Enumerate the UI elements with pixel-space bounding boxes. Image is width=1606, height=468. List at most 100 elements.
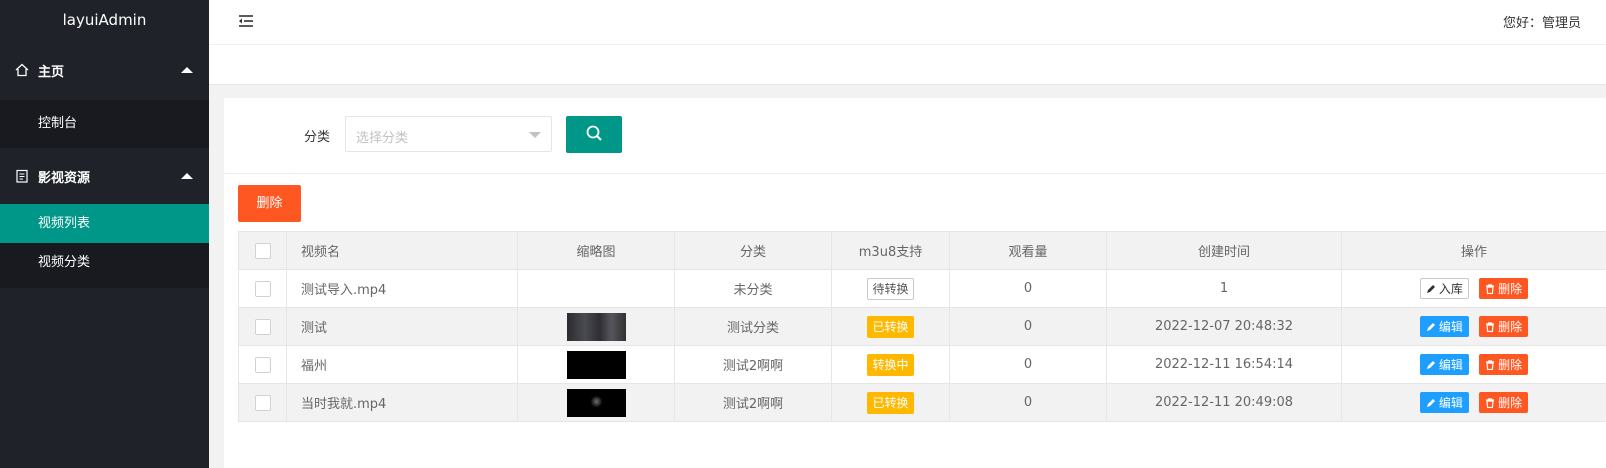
tab-bar [209,45,1606,85]
row-checkbox[interactable] [254,356,271,373]
edit-label: 编辑 [1438,320,1463,334]
category-cell: 测试分类 [674,307,832,346]
sidebar-group-label: 影视资源 [38,170,91,186]
category-select[interactable]: 选择分类 [345,116,552,152]
actions-cell: 编辑 删除 [1341,345,1606,384]
delete-button[interactable]: 删除 [1479,354,1529,375]
delete-button[interactable]: 删除 [1479,392,1529,413]
filter-label: 分类 [304,130,331,145]
sidebar-item-video-category[interactable]: 视频分类 [0,243,209,282]
sidebar-submenu: 控制台 [0,100,209,148]
status-badge: 待转换 [867,277,914,300]
views-cell: 0 [949,307,1107,346]
thumbnail-cell [517,269,675,308]
caret-up-icon [181,67,193,73]
top-header: 您好：管理员 [209,0,1606,45]
trash-icon [1486,283,1495,294]
import-label: 入库 [1438,282,1463,296]
filter-row: 分类 选择分类 [224,98,1606,174]
menu-toggle-icon[interactable] [237,12,255,30]
delete-button[interactable]: 删除 [1479,278,1529,299]
column-header[interactable]: 视频名 [286,231,518,270]
sidebar-group-label: 主页 [38,64,65,80]
select-all-checkbox[interactable] [254,242,271,259]
edit-label: 编辑 [1438,396,1463,410]
row-checkbox[interactable] [254,280,271,297]
sidebar-group-media[interactable]: 影视资源 [0,148,209,204]
sidebar-item-video-list[interactable]: 视频列表 [0,204,209,243]
caret-up-icon [181,173,193,179]
sidebar: layuiAdmin 主页 控制台 影视资源 视频列表 视频分类 [0,0,209,468]
status-badge: 转换中 [867,353,914,376]
video-name: 测试导入.mp4 [286,269,518,308]
delete-label: 删除 [1498,320,1523,334]
content-card: 分类 选择分类 删除 视频名 缩略图 分类 m3u8支持 观看量 创建时间 操作 [224,98,1606,468]
delete-button[interactable]: 删除 [1479,316,1529,337]
column-header[interactable]: 缩略图 [517,231,675,270]
sidebar-group-home[interactable]: 主页 [0,40,209,100]
edit-button[interactable]: 编辑 [1419,392,1469,413]
pencil-icon [1426,284,1435,293]
video-thumbnail[interactable] [566,312,626,341]
video-thumbnail[interactable] [566,350,626,379]
video-name: 当时我就.mp4 [286,383,518,422]
user-greeting[interactable]: 您好：管理员 [1503,12,1581,31]
pencil-icon [1426,360,1435,369]
row-checkbox[interactable] [254,394,271,411]
table-row: 测试导入.mp4 未分类 待转换 0 1 入库 删除 [238,269,1606,308]
thumbnail-cell [517,383,675,422]
video-table: 视频名 缩略图 分类 m3u8支持 观看量 创建时间 操作 测试导入.mp4 未… [238,231,1606,422]
category-cell: 测试2啊啊 [674,383,832,422]
chevron-down-icon [529,132,541,138]
views-cell: 0 [949,345,1107,384]
status-badge: 已转换 [867,391,914,414]
video-name: 测试 [286,307,518,346]
app-logo[interactable]: layuiAdmin [0,0,209,40]
sidebar-item-console[interactable]: 控制台 [0,100,209,148]
column-header[interactable]: 创建时间 [1106,231,1342,270]
actions-cell: 入库 删除 [1341,269,1606,308]
trash-icon [1486,359,1495,370]
column-header[interactable]: m3u8支持 [831,231,950,270]
column-header[interactable]: 分类 [674,231,832,270]
thumbnail-cell [517,307,675,346]
created-cell: 2022-12-11 20:49:08 [1106,383,1342,422]
created-cell: 2022-12-07 20:48:32 [1106,307,1342,346]
delete-label: 删除 [1498,358,1523,372]
delete-label: 删除 [1498,282,1523,296]
edit-button[interactable]: 编辑 [1419,316,1469,337]
created-cell: 1 [1106,269,1342,308]
select-all-cell [238,231,287,270]
category-cell: 测试2啊啊 [674,345,832,384]
table-row: 当时我就.mp4 测试2啊啊 已转换 0 2022-12-11 20:49:08… [238,383,1606,422]
sidebar-submenu: 视频列表 视频分类 [0,204,209,288]
clipboard-icon [14,168,30,184]
video-name: 福州 [286,345,518,384]
edit-button[interactable]: 编辑 [1419,354,1469,375]
table-row: 福州 测试2啊啊 转换中 0 2022-12-11 16:54:14 编辑 删除 [238,345,1606,384]
table-header-row: 视频名 缩略图 分类 m3u8支持 观看量 创建时间 操作 [238,231,1606,270]
search-icon [585,124,603,146]
edit-label: 编辑 [1438,358,1463,372]
trash-icon [1486,321,1495,332]
table-row: 测试 测试分类 已转换 0 2022-12-07 20:48:32 编辑 删除 [238,307,1606,346]
thumbnail-cell [517,345,675,384]
row-checkbox[interactable] [254,318,271,335]
status-badge: 已转换 [867,315,914,338]
batch-delete-button[interactable]: 删除 [238,185,301,222]
views-cell: 0 [949,269,1107,308]
home-icon [14,62,30,78]
category-cell: 未分类 [674,269,832,308]
search-button[interactable] [566,116,622,153]
pencil-icon [1426,322,1435,331]
select-placeholder: 选择分类 [356,131,409,146]
actions-cell: 编辑 删除 [1341,383,1606,422]
column-header[interactable]: 观看量 [949,231,1107,270]
actions-cell: 编辑 删除 [1341,307,1606,346]
pencil-icon [1426,398,1435,407]
video-thumbnail[interactable] [566,388,626,417]
created-cell: 2022-12-11 16:54:14 [1106,345,1342,384]
column-header[interactable]: 操作 [1341,231,1606,270]
trash-icon [1486,397,1495,408]
import-button[interactable]: 入库 [1419,278,1469,299]
